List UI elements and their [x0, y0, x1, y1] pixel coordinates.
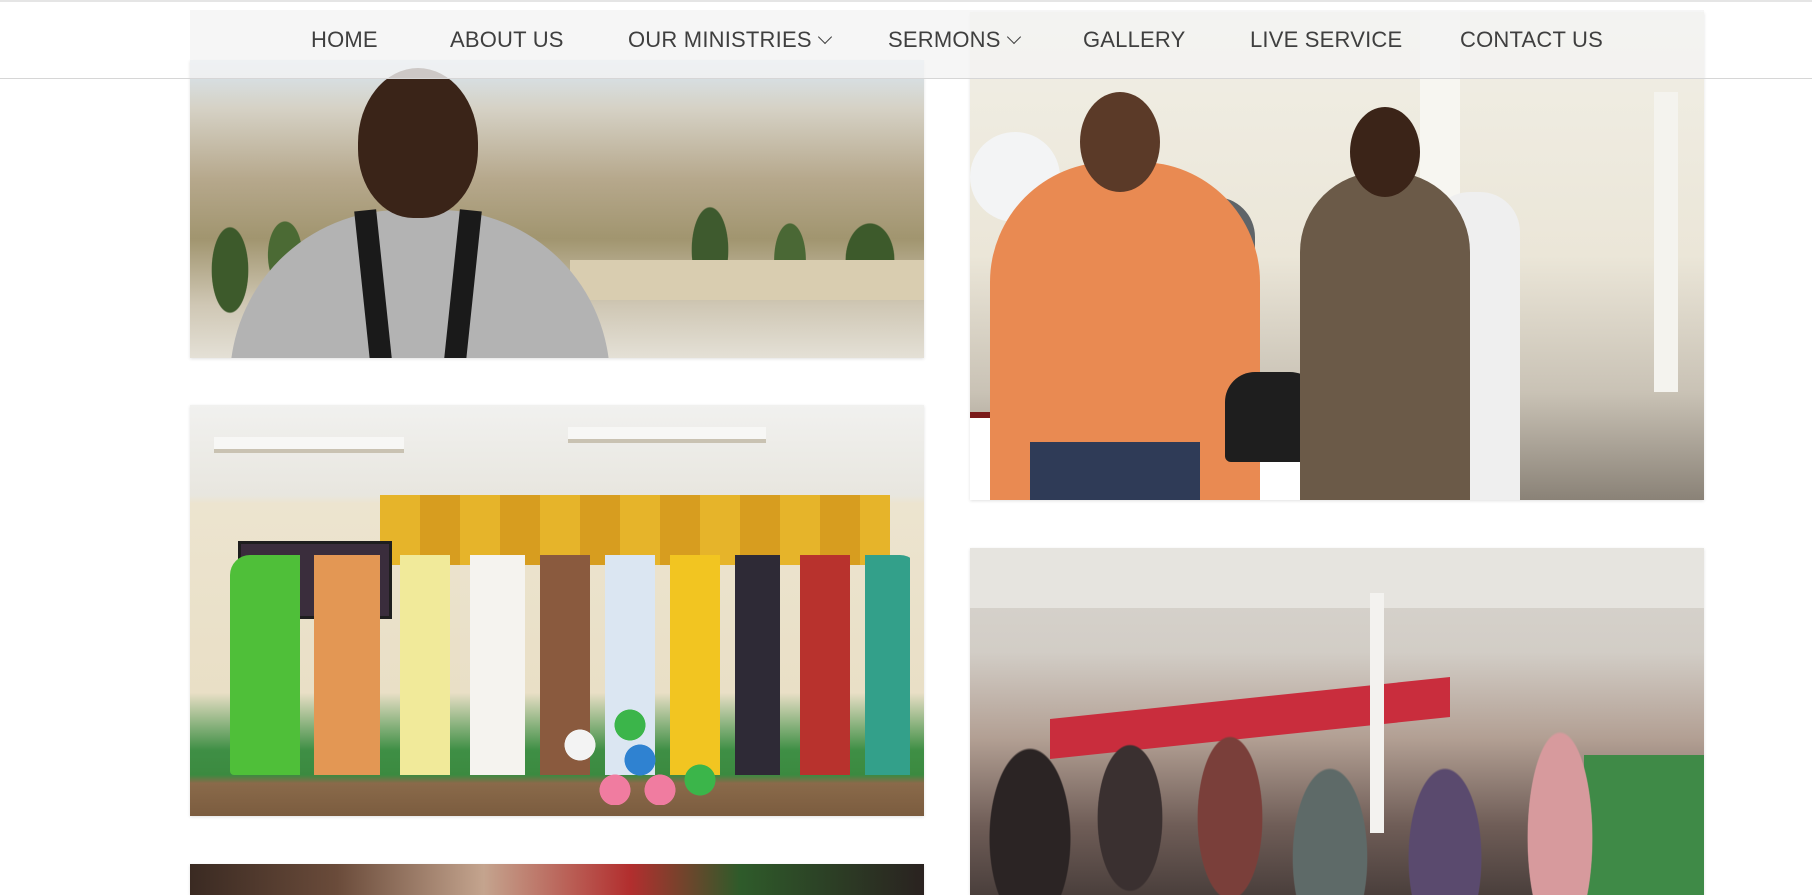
nav-item-our-ministries[interactable]: OUR MINISTRIES	[628, 12, 832, 68]
nav-label: OUR MINISTRIES	[628, 27, 812, 52]
nav-item-gallery[interactable]: GALLERY	[1083, 12, 1186, 68]
nav-label: ABOUT US	[450, 27, 564, 52]
page: HOME ABOUT US OUR MINISTRIES SERMONS GAL…	[0, 0, 1812, 895]
chevron-down-icon	[817, 29, 832, 45]
nav-label: GALLERY	[1083, 27, 1186, 52]
photo-wall	[570, 260, 924, 300]
gallery-photo-partial[interactable]	[190, 864, 924, 895]
gallery-photo-man-jerusalem[interactable]	[190, 60, 924, 358]
nav-label: CONTACT US	[1460, 27, 1603, 52]
nav-label: SERMONS	[888, 27, 1001, 52]
photo-pillar	[1654, 92, 1678, 392]
photo-ceiling-light	[568, 427, 766, 443]
nav-item-sermons[interactable]: SERMONS	[888, 12, 1021, 68]
photo-person-head	[1080, 92, 1160, 192]
site-header: HOME ABOUT US OUR MINISTRIES SERMONS GAL…	[0, 0, 1812, 79]
nav-item-home[interactable]: HOME	[311, 12, 378, 68]
photo-ceiling-light	[214, 437, 404, 453]
photo-person-head	[1350, 107, 1420, 197]
nav-label: LIVE SERVICE	[1250, 27, 1403, 52]
photo-person-head	[358, 68, 478, 218]
photo-person-legs	[1030, 442, 1200, 500]
gallery-photo-congregation[interactable]	[970, 548, 1704, 895]
main-nav: HOME ABOUT US OUR MINISTRIES SERMONS GAL…	[0, 12, 1812, 68]
nav-item-about-us[interactable]: ABOUT US	[450, 12, 564, 68]
photo-ceiling	[970, 548, 1704, 608]
photo-balloons	[550, 705, 740, 805]
nav-item-live-service[interactable]: LIVE SERVICE	[1250, 12, 1402, 68]
photo-people	[970, 668, 1704, 895]
gallery-photo-men-praying[interactable]	[970, 12, 1704, 500]
nav-item-contact-us[interactable]: CONTACT US	[1460, 12, 1603, 68]
photo-person	[1300, 172, 1470, 500]
gallery-photo-women-choir[interactable]	[190, 405, 924, 816]
chevron-down-icon	[1006, 29, 1021, 45]
nav-label: HOME	[311, 27, 378, 52]
